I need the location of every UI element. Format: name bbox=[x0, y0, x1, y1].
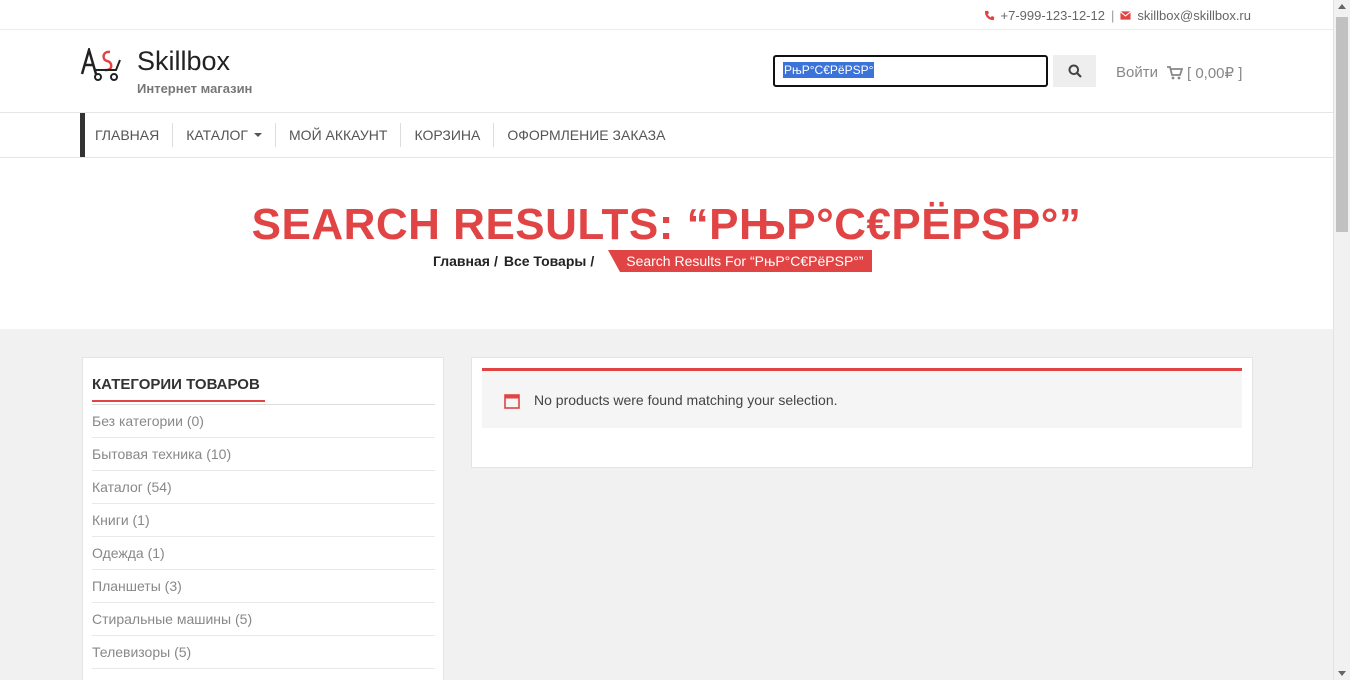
category-item[interactable]: Одежда (1) bbox=[92, 537, 435, 570]
content-area: КАТЕГОРИИ ТОВАРОВ Без категории (0) Быто… bbox=[0, 329, 1333, 680]
nav-item-label: МОЙ АККАУНТ bbox=[289, 127, 388, 143]
breadcrumb-all-products[interactable]: Все Товары bbox=[504, 253, 587, 269]
contact-separator: | bbox=[1110, 8, 1115, 23]
search-icon bbox=[1068, 64, 1082, 78]
nav-item-catalog[interactable]: КАТАЛОГ bbox=[172, 123, 275, 147]
site-header: Skillbox Интернет магазин РњР°С€РёРЅР° В… bbox=[0, 30, 1333, 113]
nav-item-label: КОРЗИНА bbox=[414, 127, 481, 143]
category-item[interactable]: Без категории (0) bbox=[92, 405, 435, 438]
category-item[interactable]: Книги (1) bbox=[92, 504, 435, 537]
cart-total: [ 0,00₽ ] bbox=[1187, 65, 1243, 82]
page-scrollbar[interactable] bbox=[1333, 0, 1350, 680]
nav-item-account[interactable]: МОЙ АККАУНТ bbox=[275, 123, 400, 147]
breadcrumb-home[interactable]: Главная bbox=[433, 253, 490, 269]
nav-item-home[interactable]: ГЛАВНАЯ bbox=[85, 123, 172, 147]
nav-item-checkout[interactable]: ОФОРМЛЕНИЕ ЗАКАЗА bbox=[493, 123, 678, 147]
topbar: +7-999-123-12-12 | skillbox@skillbox.ru bbox=[0, 0, 1333, 30]
email-link[interactable]: skillbox@skillbox.ru bbox=[1137, 8, 1251, 23]
phone-icon bbox=[984, 10, 994, 21]
breadcrumb-current: Search Results For “РњР°С€РёРЅР°” bbox=[608, 250, 872, 272]
brand-name[interactable]: Skillbox bbox=[137, 46, 230, 77]
results-panel: No products were found matching your sel… bbox=[471, 357, 1253, 468]
category-item[interactable]: Планшеты (3) bbox=[92, 570, 435, 603]
breadcrumb-arrow bbox=[608, 250, 621, 272]
caret-down-icon bbox=[254, 133, 263, 137]
category-item[interactable]: Бытовая техника (10) bbox=[92, 438, 435, 471]
category-item[interactable]: Стиральные машины (5) bbox=[92, 603, 435, 636]
search-button[interactable] bbox=[1053, 55, 1096, 87]
page-header: SEARCH RESULTS: “РЊР°С€РЁРЅР°” Главная /… bbox=[0, 158, 1333, 329]
login-link[interactable]: Войти bbox=[1116, 64, 1158, 81]
breadcrumb-separator: / bbox=[590, 253, 595, 269]
cart-link[interactable]: [ 0,00₽ ] bbox=[1167, 64, 1242, 82]
brand-tagline: Интернет магазин bbox=[137, 81, 253, 96]
scrollbar-thumb[interactable] bbox=[1336, 17, 1348, 232]
main-nav: ГЛАВНАЯ КАТАЛОГ МОЙ АККАУНТ КОРЗИНА ОФОР… bbox=[0, 113, 1333, 158]
no-products-notice: No products were found matching your sel… bbox=[482, 368, 1242, 428]
scroll-up-icon[interactable] bbox=[1338, 4, 1346, 9]
brand-logo[interactable] bbox=[80, 48, 124, 82]
notice-message: No products were found matching your sel… bbox=[534, 392, 838, 408]
phone-number[interactable]: +7-999-123-12-12 bbox=[1001, 8, 1105, 23]
scroll-down-icon[interactable] bbox=[1338, 671, 1346, 676]
category-item[interactable]: Телевизоры (5) bbox=[92, 636, 435, 669]
envelope-icon bbox=[1120, 11, 1132, 20]
category-list: Без категории (0) Бытовая техника (10) К… bbox=[92, 405, 435, 669]
search-input[interactable]: РњР°С€РёРЅР° bbox=[773, 55, 1048, 87]
breadcrumb-separator: / bbox=[493, 253, 498, 269]
nav-item-label: ОФОРМЛЕНИЕ ЗАКАЗА bbox=[507, 127, 666, 143]
breadcrumb: Главная / Все Товары / Search Results Fo… bbox=[433, 250, 872, 272]
nav-item-label: КАТАЛОГ bbox=[186, 127, 249, 143]
category-item[interactable]: Каталог (54) bbox=[92, 471, 435, 504]
breadcrumb-current-label: Search Results For “РњР°С€РёРЅР°” bbox=[620, 250, 872, 272]
widget-title: КАТЕГОРИИ ТОВАРОВ bbox=[92, 376, 265, 402]
nav-item-label: ГЛАВНАЯ bbox=[95, 127, 160, 143]
cart-icon bbox=[1167, 66, 1183, 80]
category-widget: КАТЕГОРИИ ТОВАРОВ Без категории (0) Быто… bbox=[82, 357, 444, 680]
search-input-value: РњР°С€РёРЅР° bbox=[783, 62, 875, 78]
calendar-icon bbox=[504, 394, 520, 409]
page-title: SEARCH RESULTS: “РЊР°С€РЁРЅР°” bbox=[251, 200, 1082, 249]
contact-info: +7-999-123-12-12 | skillbox@skillbox.ru bbox=[984, 8, 1251, 23]
nav-item-cart[interactable]: КОРЗИНА bbox=[400, 123, 493, 147]
